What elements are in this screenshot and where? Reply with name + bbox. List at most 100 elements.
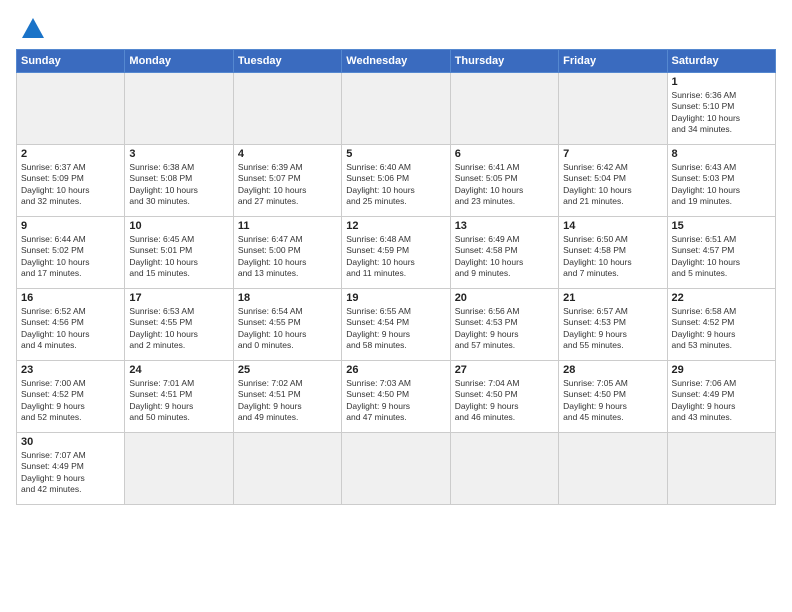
day-number: 26: [346, 364, 445, 376]
day-info: Sunrise: 6:57 AMSunset: 4:53 PMDaylight:…: [563, 306, 662, 352]
weekday-header-saturday: Saturday: [667, 50, 775, 73]
day-info: Sunrise: 7:02 AMSunset: 4:51 PMDaylight:…: [238, 378, 337, 424]
day-number: 24: [129, 364, 228, 376]
day-number: 1: [672, 76, 771, 88]
day-number: 17: [129, 292, 228, 304]
calendar-cell: [17, 73, 125, 145]
calendar-cell: 14Sunrise: 6:50 AMSunset: 4:58 PMDayligh…: [559, 217, 667, 289]
header: [16, 16, 776, 39]
calendar-cell: 15 Sunrise: 6:51 AMSunset: 4:57 PMDayligh…: [667, 217, 775, 289]
day-number: 22: [672, 292, 771, 304]
day-info: Sunrise: 6:43 AMSunset: 5:03 PMDaylight:…: [672, 162, 771, 208]
weekday-header-wednesday: Wednesday: [342, 50, 450, 73]
calendar-cell: [450, 433, 558, 505]
calendar-cell: 11 Sunrise: 6:47 AMSunset: 5:00 PMDayligh…: [233, 217, 341, 289]
day-number: 9: [21, 220, 120, 232]
day-number: 20: [455, 292, 554, 304]
calendar-cell: 21 Sunrise: 6:57 AMSunset: 4:53 PMDayligh…: [559, 289, 667, 361]
calendar-cell: 8 Sunrise: 6:43 AMSunset: 5:03 PMDaylight…: [667, 145, 775, 217]
day-info: Sunrise: 7:06 AMSunset: 4:49 PMDaylight:…: [672, 378, 771, 424]
calendar-cell: [559, 73, 667, 145]
day-number: 21: [563, 292, 662, 304]
day-number: 2: [21, 148, 120, 160]
day-number: 19: [346, 292, 445, 304]
day-number: 10: [129, 220, 228, 232]
day-info: Sunrise: 7:00 AMSunset: 4:52 PMDaylight:…: [21, 378, 120, 424]
day-number: 8: [672, 148, 771, 160]
day-number: 3: [129, 148, 228, 160]
day-info: Sunrise: 6:36 AMSunset: 5:10 PMDaylight:…: [672, 90, 771, 136]
calendar-cell: 5 Sunrise: 6:40 AMSunset: 5:06 PMDaylight…: [342, 145, 450, 217]
day-number: 29: [672, 364, 771, 376]
calendar-cell: 29 Sunrise: 7:06 AMSunset: 4:49 PMDayligh…: [667, 361, 775, 433]
day-info: Sunrise: 6:52 AMSunset: 4:56 PMDaylight:…: [21, 306, 120, 352]
weekday-header-sunday: Sunday: [17, 50, 125, 73]
day-number: 13: [455, 220, 554, 232]
day-number: 30: [21, 436, 120, 448]
weekday-header-tuesday: Tuesday: [233, 50, 341, 73]
calendar-cell: [233, 433, 341, 505]
day-number: 11: [238, 220, 337, 232]
day-info: Sunrise: 6:42 AMSunset: 5:04 PMDaylight:…: [563, 162, 662, 208]
calendar-cell: 1 Sunrise: 6:36 AMSunset: 5:10 PMDaylight…: [667, 73, 775, 145]
day-number: 5: [346, 148, 445, 160]
day-number: 4: [238, 148, 337, 160]
day-info: Sunrise: 6:54 AMSunset: 4:55 PMDaylight:…: [238, 306, 337, 352]
calendar-cell: [450, 73, 558, 145]
day-number: 27: [455, 364, 554, 376]
day-info: Sunrise: 6:49 AMSunset: 4:58 PMDaylight:…: [455, 234, 554, 280]
calendar-cell: 26 Sunrise: 7:03 AMSunset: 4:50 PMDayligh…: [342, 361, 450, 433]
day-info: Sunrise: 7:04 AMSunset: 4:50 PMDaylight:…: [455, 378, 554, 424]
week-row-5: 23Sunrise: 7:00 AMSunset: 4:52 PMDayligh…: [17, 361, 776, 433]
calendar-cell: [233, 73, 341, 145]
day-number: 15: [672, 220, 771, 232]
weekday-header-friday: Friday: [559, 50, 667, 73]
day-info: Sunrise: 6:55 AMSunset: 4:54 PMDaylight:…: [346, 306, 445, 352]
day-info: Sunrise: 6:39 AMSunset: 5:07 PMDaylight:…: [238, 162, 337, 208]
day-info: Sunrise: 6:37 AMSunset: 5:09 PMDaylight:…: [21, 162, 120, 208]
day-info: Sunrise: 6:47 AMSunset: 5:00 PMDaylight:…: [238, 234, 337, 280]
week-row-1: 1 Sunrise: 6:36 AMSunset: 5:10 PMDaylight…: [17, 73, 776, 145]
day-info: Sunrise: 7:07 AMSunset: 4:49 PMDaylight:…: [21, 450, 120, 496]
calendar-cell: 27 Sunrise: 7:04 AMSunset: 4:50 PMDayligh…: [450, 361, 558, 433]
day-info: Sunrise: 7:05 AMSunset: 4:50 PMDaylight:…: [563, 378, 662, 424]
day-info: Sunrise: 6:53 AMSunset: 4:55 PMDaylight:…: [129, 306, 228, 352]
calendar-cell: 2 Sunrise: 6:37 AMSunset: 5:09 PMDaylight…: [17, 145, 125, 217]
day-info: Sunrise: 6:48 AMSunset: 4:59 PMDaylight:…: [346, 234, 445, 280]
logo-triangle-icon: [22, 16, 44, 38]
calendar-cell: [667, 433, 775, 505]
day-number: 25: [238, 364, 337, 376]
day-info: Sunrise: 7:01 AMSunset: 4:51 PMDaylight:…: [129, 378, 228, 424]
week-row-4: 16 Sunrise: 6:52 AMSunset: 4:56 PMDayligh…: [17, 289, 776, 361]
day-info: Sunrise: 7:03 AMSunset: 4:50 PMDaylight:…: [346, 378, 445, 424]
calendar-cell: [342, 73, 450, 145]
calendar-cell: 30 Sunrise: 7:07 AMSunset: 4:49 PMDayligh…: [17, 433, 125, 505]
day-number: 7: [563, 148, 662, 160]
calendar-cell: [125, 73, 233, 145]
day-info: Sunrise: 6:51 AMSunset: 4:57 PMDaylight:…: [672, 234, 771, 280]
day-number: 6: [455, 148, 554, 160]
calendar-cell: 23Sunrise: 7:00 AMSunset: 4:52 PMDayligh…: [17, 361, 125, 433]
day-number: 16: [21, 292, 120, 304]
calendar-cell: 13 Sunrise: 6:49 AMSunset: 4:58 PMDayligh…: [450, 217, 558, 289]
day-number: 18: [238, 292, 337, 304]
day-number: 12: [346, 220, 445, 232]
calendar-cell: 9Sunrise: 6:44 AMSunset: 5:02 PMDaylight…: [17, 217, 125, 289]
calendar-cell: 10Sunrise: 6:45 AMSunset: 5:01 PMDayligh…: [125, 217, 233, 289]
calendar-cell: 28Sunrise: 7:05 AMSunset: 4:50 PMDayligh…: [559, 361, 667, 433]
page: SundayMondayTuesdayWednesdayThursdayFrid…: [0, 0, 792, 612]
calendar-cell: [559, 433, 667, 505]
calendar-cell: 20 Sunrise: 6:56 AMSunset: 4:53 PMDayligh…: [450, 289, 558, 361]
day-info: Sunrise: 6:40 AMSunset: 5:06 PMDaylight:…: [346, 162, 445, 208]
day-info: Sunrise: 6:41 AMSunset: 5:05 PMDaylight:…: [455, 162, 554, 208]
calendar-cell: 24 Sunrise: 7:01 AMSunset: 4:51 PMDayligh…: [125, 361, 233, 433]
calendar-table: SundayMondayTuesdayWednesdayThursdayFrid…: [16, 49, 776, 505]
day-info: Sunrise: 6:50 AMSunset: 4:58 PMDaylight:…: [563, 234, 662, 280]
calendar-cell: 3Sunrise: 6:38 AMSunset: 5:08 PMDaylight…: [125, 145, 233, 217]
weekday-header-thursday: Thursday: [450, 50, 558, 73]
day-info: Sunrise: 6:58 AMSunset: 4:52 PMDaylight:…: [672, 306, 771, 352]
calendar-cell: 25 Sunrise: 7:02 AMSunset: 4:51 PMDayligh…: [233, 361, 341, 433]
calendar-cell: 19 Sunrise: 6:55 AMSunset: 4:54 PMDayligh…: [342, 289, 450, 361]
day-info: Sunrise: 6:56 AMSunset: 4:53 PMDaylight:…: [455, 306, 554, 352]
logo: [16, 16, 44, 39]
